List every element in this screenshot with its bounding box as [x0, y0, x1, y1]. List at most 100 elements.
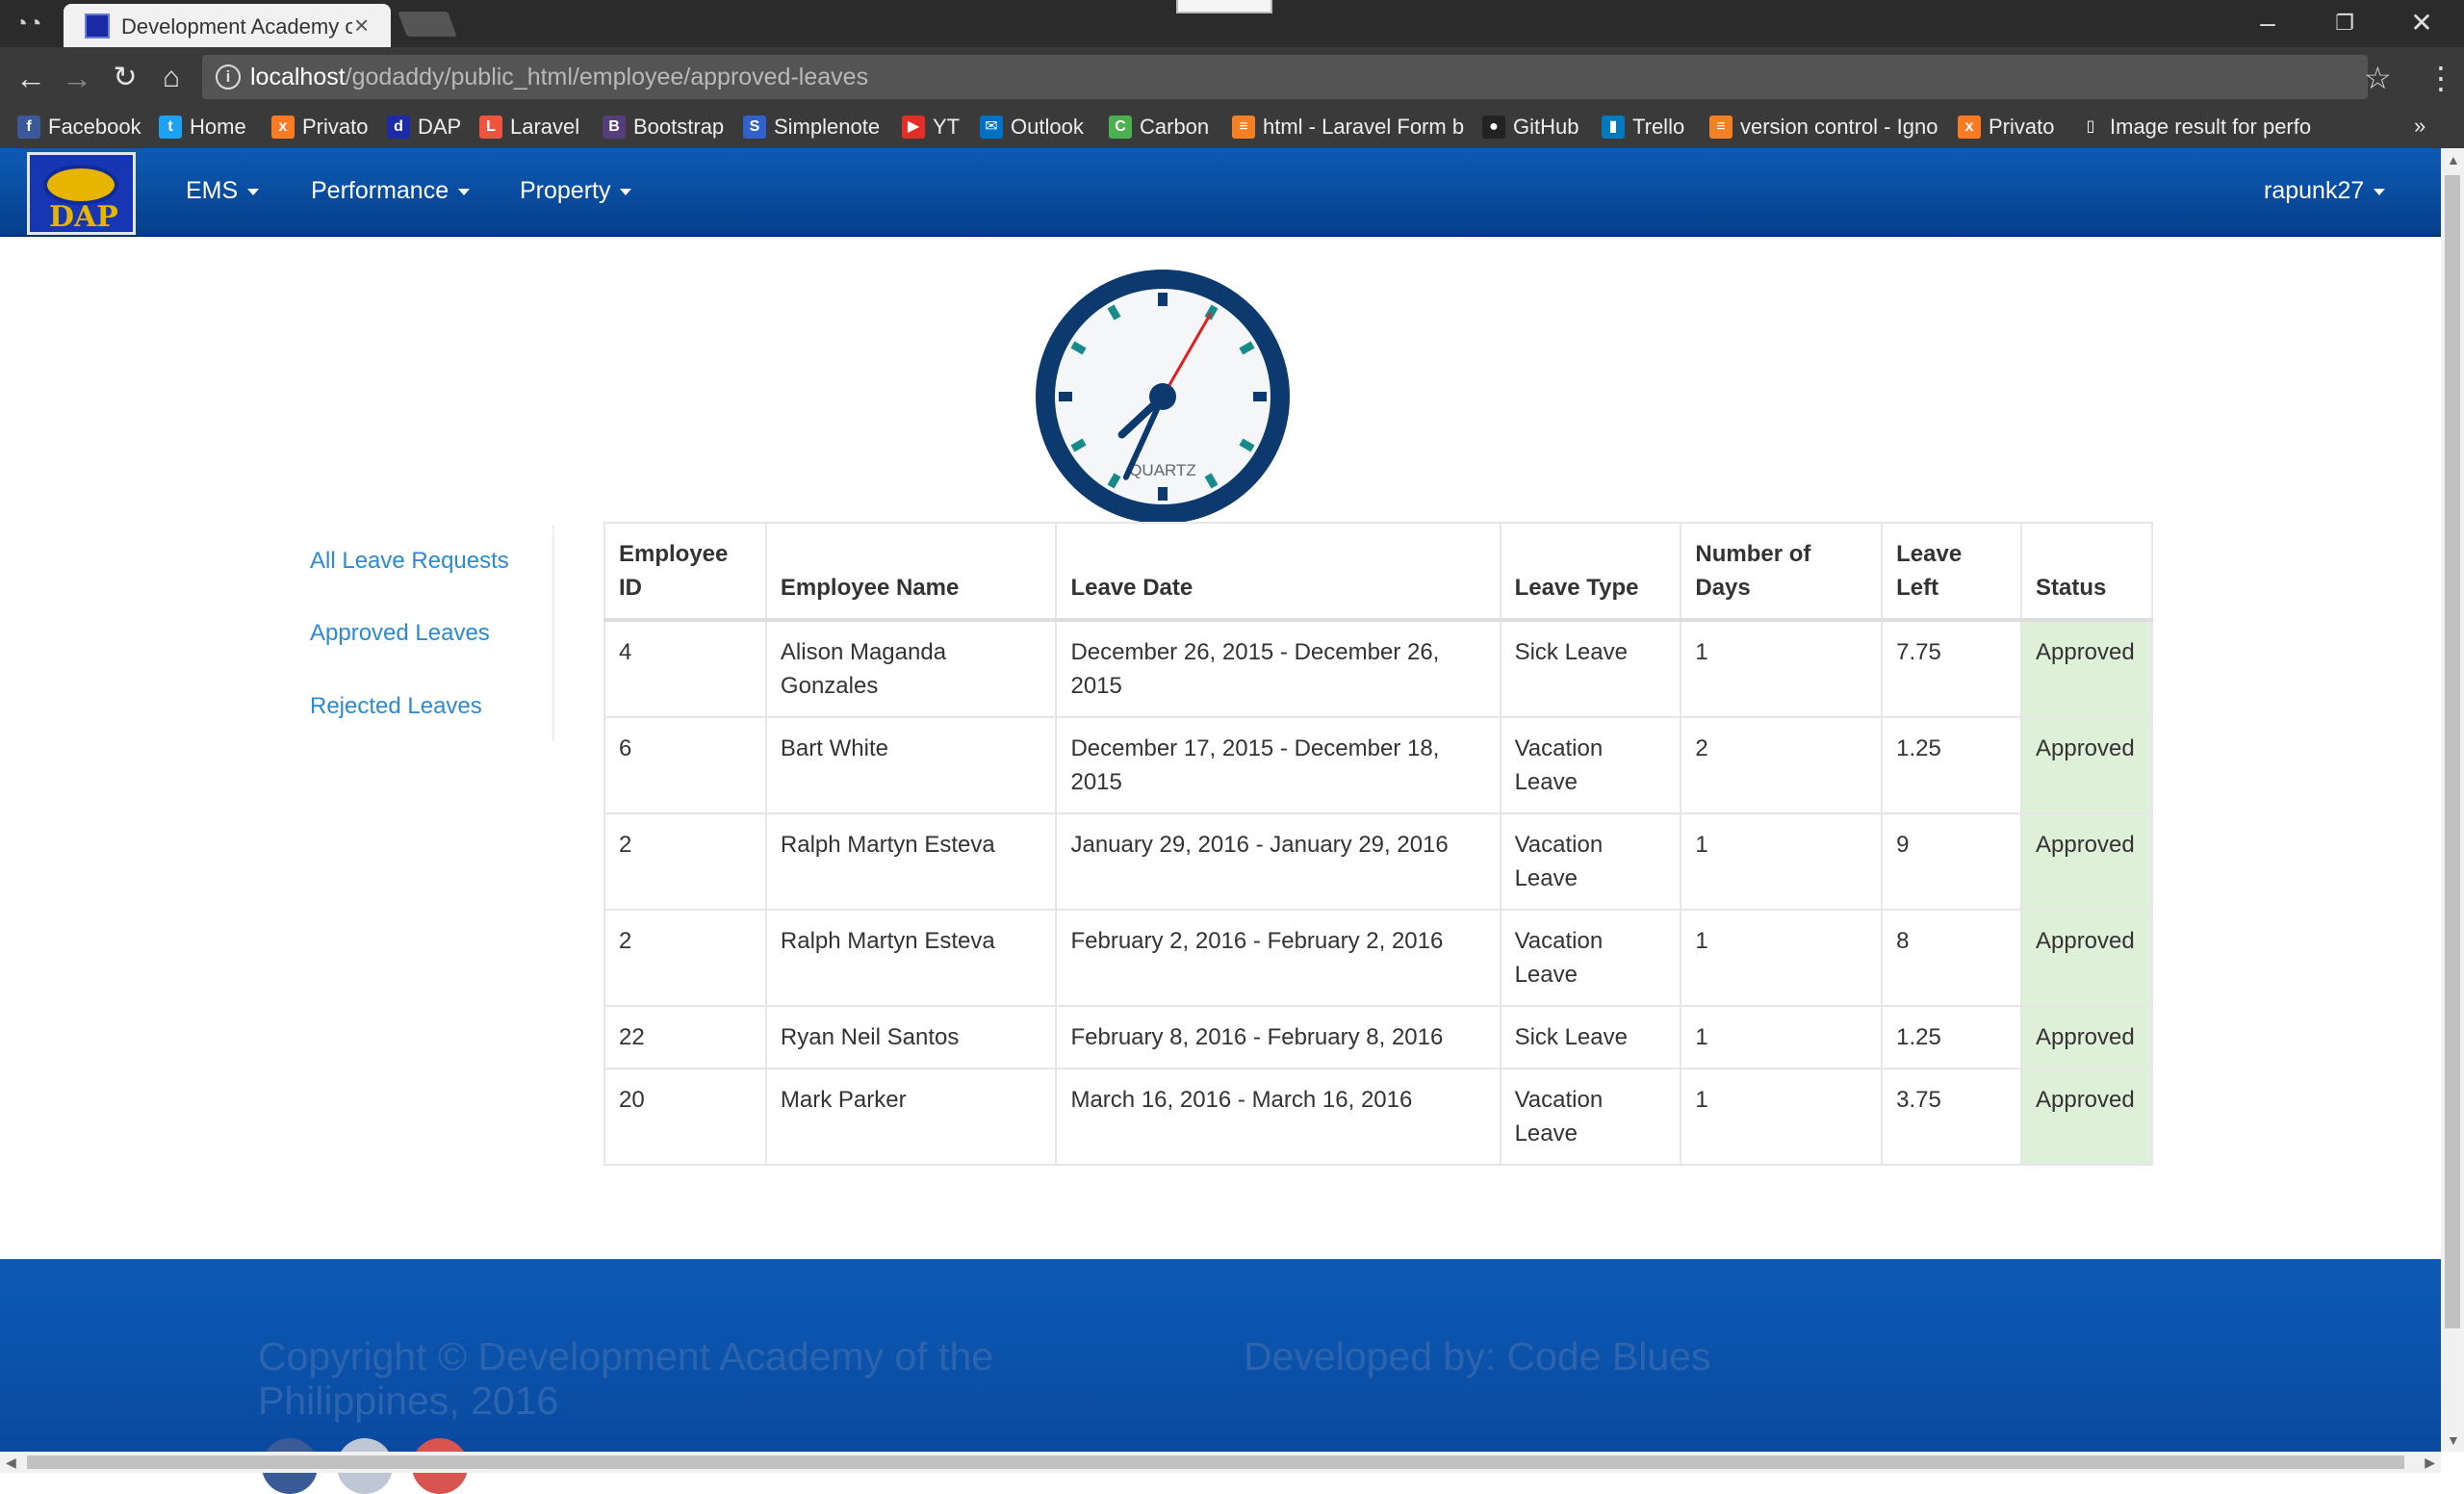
leave-sidenav: All Leave Requests Approved Leaves Rejec…: [310, 525, 554, 741]
sidenav-approved-leaves[interactable]: Approved Leaves: [310, 620, 490, 647]
cell-status: Approved: [2019, 1068, 2154, 1166]
bookmark-item[interactable]: ▶ YT: [902, 114, 960, 142]
page-icon: ▯: [2079, 116, 2102, 140]
close-tab-icon[interactable]: ×: [354, 11, 369, 40]
restore-icon[interactable]: ❐: [2316, 6, 2374, 40]
bookmark-item[interactable]: S Simplenote: [743, 114, 880, 142]
home-icon[interactable]: ⌂: [152, 59, 191, 97]
new-tab-button[interactable]: [398, 12, 457, 37]
bookmark-item[interactable]: f Facebook: [17, 114, 141, 142]
laravel-icon: L: [479, 116, 502, 140]
bookmark-star-icon[interactable]: ☆: [2364, 60, 2392, 96]
bookmarks-bar: f Facebook t Home x Privato d DAP L Laravel B Boots…: [0, 108, 2464, 148]
bookmark-label: Simplenote: [774, 115, 881, 140]
bookmark-label: Trello: [1632, 115, 1685, 140]
bootstrap-icon: B: [603, 116, 626, 140]
vertical-scrollbar[interactable]: ▲ ▼: [2441, 148, 2464, 1452]
header-number-of-days: Number of Days: [1680, 522, 1884, 622]
cell-employee-name: Mark Parker: [764, 1068, 1058, 1166]
sidenav-all-leave-requests[interactable]: All Leave Requests: [310, 548, 509, 575]
window-handle: [1176, 0, 1272, 13]
caret-down-icon: [620, 188, 632, 195]
cell-leave-left: 1.25: [1881, 1005, 2022, 1069]
horizontal-scroll-thumb[interactable]: [27, 1455, 2404, 1469]
sidenav-rejected-leaves[interactable]: Rejected Leaves: [310, 693, 482, 720]
bookmark-item[interactable]: x Privato: [271, 114, 368, 142]
trello-icon: ▮: [1602, 116, 1625, 140]
caret-down-icon: [458, 188, 471, 195]
bookmark-item[interactable]: B Bootstrap: [603, 114, 724, 142]
more-bookmarks-icon[interactable]: »: [2414, 114, 2426, 142]
bookmark-label: Privato: [302, 115, 369, 140]
cell-leave-left: 1.25: [1881, 716, 2022, 814]
minimize-icon[interactable]: –: [2239, 6, 2297, 40]
bookmark-item[interactable]: C Carbon: [1109, 114, 1209, 142]
cell-employee-id: 20: [603, 1068, 767, 1166]
horizontal-scrollbar[interactable]: ◀ ▶: [0, 1452, 2441, 1473]
cell-number-of-days: 1: [1680, 1068, 1884, 1166]
bookmark-label: version control - Igno: [1740, 115, 1938, 140]
cell-leave-date: December 17, 2015 - December 18, 2015: [1055, 716, 1502, 814]
cell-leave-left: 7.75: [1881, 619, 2022, 718]
bookmark-item[interactable]: ✉ Outlook: [980, 114, 1084, 142]
cell-employee-name: Ralph Martyn Esteva: [764, 812, 1058, 911]
bookmark-item[interactable]: t Home: [159, 114, 246, 142]
browser-menu-icon[interactable]: ⋮: [2426, 60, 2456, 96]
scroll-right-icon[interactable]: ▶: [2425, 1455, 2435, 1471]
cell-leave-type: Vacation Leave: [1499, 1068, 1682, 1166]
nav-menu-property[interactable]: Property: [520, 177, 632, 205]
bookmark-label: Carbon: [1140, 115, 1210, 140]
table-row: 4 Alison Maganda Gonzales December 26, 201…: [603, 619, 2154, 718]
bookmark-item[interactable]: ≡ html - Laravel Form b: [1232, 114, 1464, 142]
back-icon[interactable]: ←: [12, 59, 50, 97]
bookmark-item[interactable]: ≡ version control - Igno: [1709, 114, 1938, 142]
vertical-scroll-thumb[interactable]: [2445, 175, 2460, 1328]
tab-title: Development Academy of the Philippines: [121, 14, 352, 39]
dap-favicon-icon: [85, 13, 110, 39]
clock-brand-label: QUARTZ: [1129, 461, 1196, 479]
cell-status: Approved: [2019, 1005, 2154, 1069]
xampp-icon: x: [271, 116, 295, 140]
scroll-left-icon[interactable]: ◀: [6, 1455, 16, 1471]
reload-icon[interactable]: ↻: [106, 59, 144, 97]
scroll-up-icon[interactable]: ▲: [2447, 152, 2460, 167]
bookmark-item[interactable]: ● GitHub: [1482, 114, 1578, 142]
caret-down-icon: [2374, 188, 2386, 195]
nav-menu-performance[interactable]: Performance: [311, 177, 471, 205]
bookmark-item[interactable]: ▯ Image result for perfo: [2079, 114, 2311, 142]
header-leave-date: Leave Date: [1055, 522, 1502, 622]
user-menu[interactable]: rapunk27: [2264, 177, 2386, 205]
bookmark-item[interactable]: x Privato: [1958, 114, 2054, 142]
twitter-icon: t: [159, 116, 182, 140]
site-navbar: DAP EMS Performance Property rapunk27: [0, 148, 2441, 237]
bookmark-item[interactable]: ▮ Trello: [1602, 114, 1684, 142]
footer-developed-by: Developed by: Code Blues: [1244, 1334, 1711, 1378]
bookmark-item[interactable]: L Laravel: [479, 114, 579, 142]
site-footer: Copyright © Development Academy of the P…: [0, 1259, 2441, 1494]
stackoverflow-icon: ≡: [1232, 116, 1255, 140]
forward-icon[interactable]: →: [58, 59, 96, 97]
clock-center: [1149, 383, 1176, 410]
cell-number-of-days: 1: [1680, 909, 1884, 1007]
scroll-down-icon[interactable]: ▼: [2447, 1432, 2460, 1448]
dap-logo[interactable]: DAP: [27, 152, 136, 235]
table-row: 2 Ralph Martyn Esteva February 2, 2016 - F…: [603, 909, 2154, 1007]
cell-leave-type: Vacation Leave: [1499, 909, 1682, 1007]
bookmark-item[interactable]: d DAP: [387, 114, 461, 142]
footer-copyright: Copyright © Development Academy of the P…: [258, 1334, 994, 1423]
carbon-icon: C: [1109, 116, 1132, 140]
browser-tab[interactable]: Development Academy of the Philippines ×: [64, 4, 391, 47]
cell-employee-name: Bart White: [764, 716, 1058, 814]
incognito-icon: ◔◔: [13, 11, 42, 37]
cell-leave-left: 8: [1881, 909, 2022, 1007]
header-employee-id: Employee ID: [603, 522, 767, 622]
close-window-icon[interactable]: ✕: [2393, 6, 2451, 40]
info-icon[interactable]: i: [216, 64, 241, 90]
bookmark-label: DAP: [418, 115, 462, 140]
nav-menu-ems[interactable]: EMS: [186, 177, 260, 205]
bookmark-label: html - Laravel Form b: [1263, 115, 1465, 140]
github-icon: ●: [1482, 116, 1505, 140]
cell-leave-type: Vacation Leave: [1499, 716, 1682, 814]
browser-toolbar: ← → ↻ ⌂ i localhost/godaddy/public_html/…: [0, 47, 2464, 108]
address-bar[interactable]: i localhost/godaddy/public_html/employee…: [202, 55, 2368, 99]
